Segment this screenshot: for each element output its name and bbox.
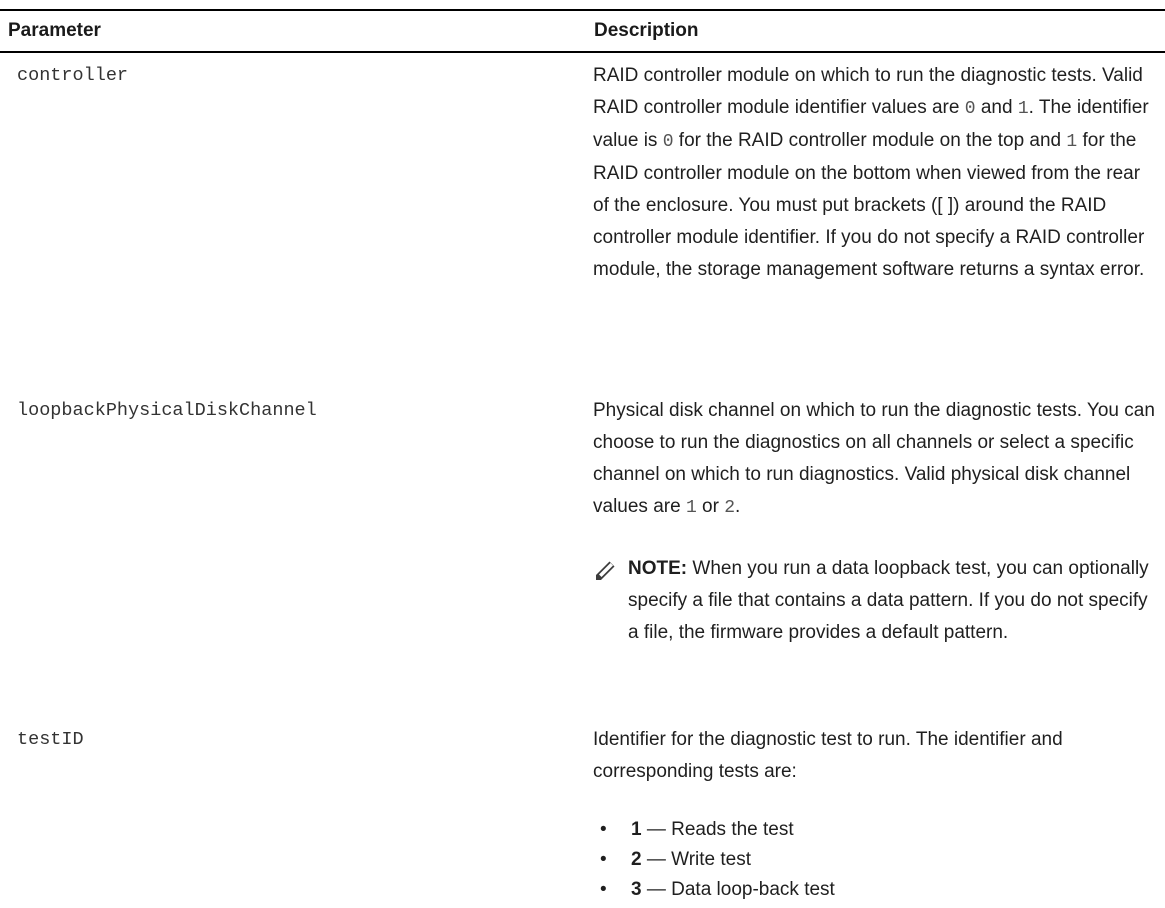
list-item: • 3 — Data loop-back test [600,879,835,900]
description-testid: Identifier for the diagnostic test to ru… [593,729,1063,782]
test-id-list: • 1 — Reads the test • 2 — Write test • 3 —… [596,815,835,905]
note-text: NOTE: When you run a data loopback test,… [628,558,1149,643]
list-item: • 1 — Reads the test [600,819,794,840]
parameter-loopback-physical-disk-channel: loopbackPhysicalDiskChannel [17,400,317,421]
parameter-testid: testID [17,729,84,750]
table-top-rule [0,9,1165,11]
note-pencil-icon [594,560,616,582]
description-loopback-physical-disk-channel: Physical disk channel on which to run th… [593,400,1155,518]
header-rule [0,51,1165,53]
description-controller: RAID controller module on which to run t… [593,65,1149,280]
parameter-controller: controller [17,65,129,86]
header-parameter: Parameter [8,20,101,41]
list-item: • 2 — Write test [600,849,752,870]
header-description: Description [594,20,699,41]
